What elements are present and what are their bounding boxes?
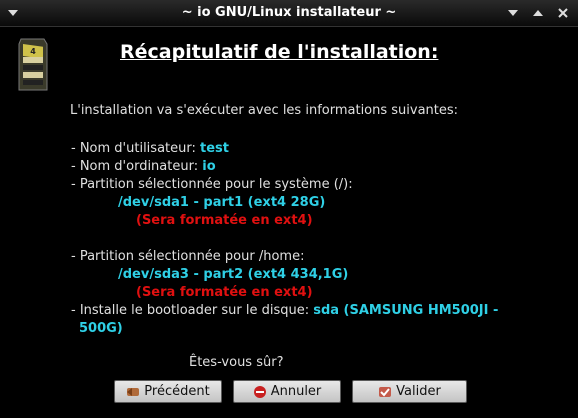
hostname-label: - Nom d'ordinateur: — [71, 159, 203, 174]
back-arrow-icon — [127, 387, 140, 396]
system-partition-value: /dev/sda1 - part1 (ext4 28G) — [118, 195, 326, 210]
hostname-line: - Nom d'ordinateur: io — [71, 159, 216, 174]
bootloader-value: sda (SAMSUNG HM500JI - — [313, 303, 499, 318]
confirm-question: Êtes-vous sûr? — [189, 355, 284, 370]
window-title: ~ io GNU/Linux installateur ~ — [181, 5, 397, 20]
validate-button-label: Valider — [396, 384, 441, 399]
previous-button-label: Précédent — [144, 384, 210, 399]
bootloader-line: - Installe le bootloader sur le disque: … — [71, 303, 498, 318]
hostname-value: io — [202, 159, 216, 174]
home-partition-format-note: (Sera formatée en ext4) — [136, 285, 313, 300]
cancel-button[interactable]: Annuler — [233, 380, 341, 403]
page-title: Récapitulatif de l'installation: — [120, 41, 439, 63]
minimize-button[interactable] — [505, 5, 521, 21]
installer-box-icon: 4 — [16, 35, 50, 93]
home-partition-label: - Partition sélectionnée pour /home: — [71, 249, 305, 264]
username-value: test — [200, 141, 229, 156]
title-bar[interactable]: ~ io GNU/Linux installateur ~ — [0, 0, 578, 27]
bootloader-value-continued: 500G) — [79, 321, 123, 336]
svg-text:4: 4 — [30, 47, 36, 56]
previous-button[interactable]: Précédent — [114, 380, 222, 403]
bootloader-label: - Installe le bootloader sur le disque: — [71, 303, 314, 318]
maximize-button[interactable] — [530, 5, 546, 21]
home-partition-value: /dev/sda3 - part2 (ext4 434,1G) — [118, 267, 349, 282]
close-button[interactable] — [555, 5, 571, 21]
username-label: - Nom d'utilisateur: — [71, 141, 200, 156]
intro-text: L'installation va s'exécuter avec les in… — [70, 103, 459, 118]
no-entry-icon — [253, 385, 266, 398]
system-partition-label: - Partition sélectionnée pour le système… — [71, 177, 353, 192]
validate-button[interactable]: Valider — [352, 380, 467, 403]
installer-window: ~ io GNU/Linux installateur ~ 4 Récapitu… — [0, 0, 578, 418]
check-icon — [379, 386, 392, 397]
system-partition-format-note: (Sera formatée en ext4) — [136, 213, 313, 228]
username-line: - Nom d'utilisateur: test — [71, 141, 229, 156]
cancel-button-label: Annuler — [270, 384, 322, 399]
